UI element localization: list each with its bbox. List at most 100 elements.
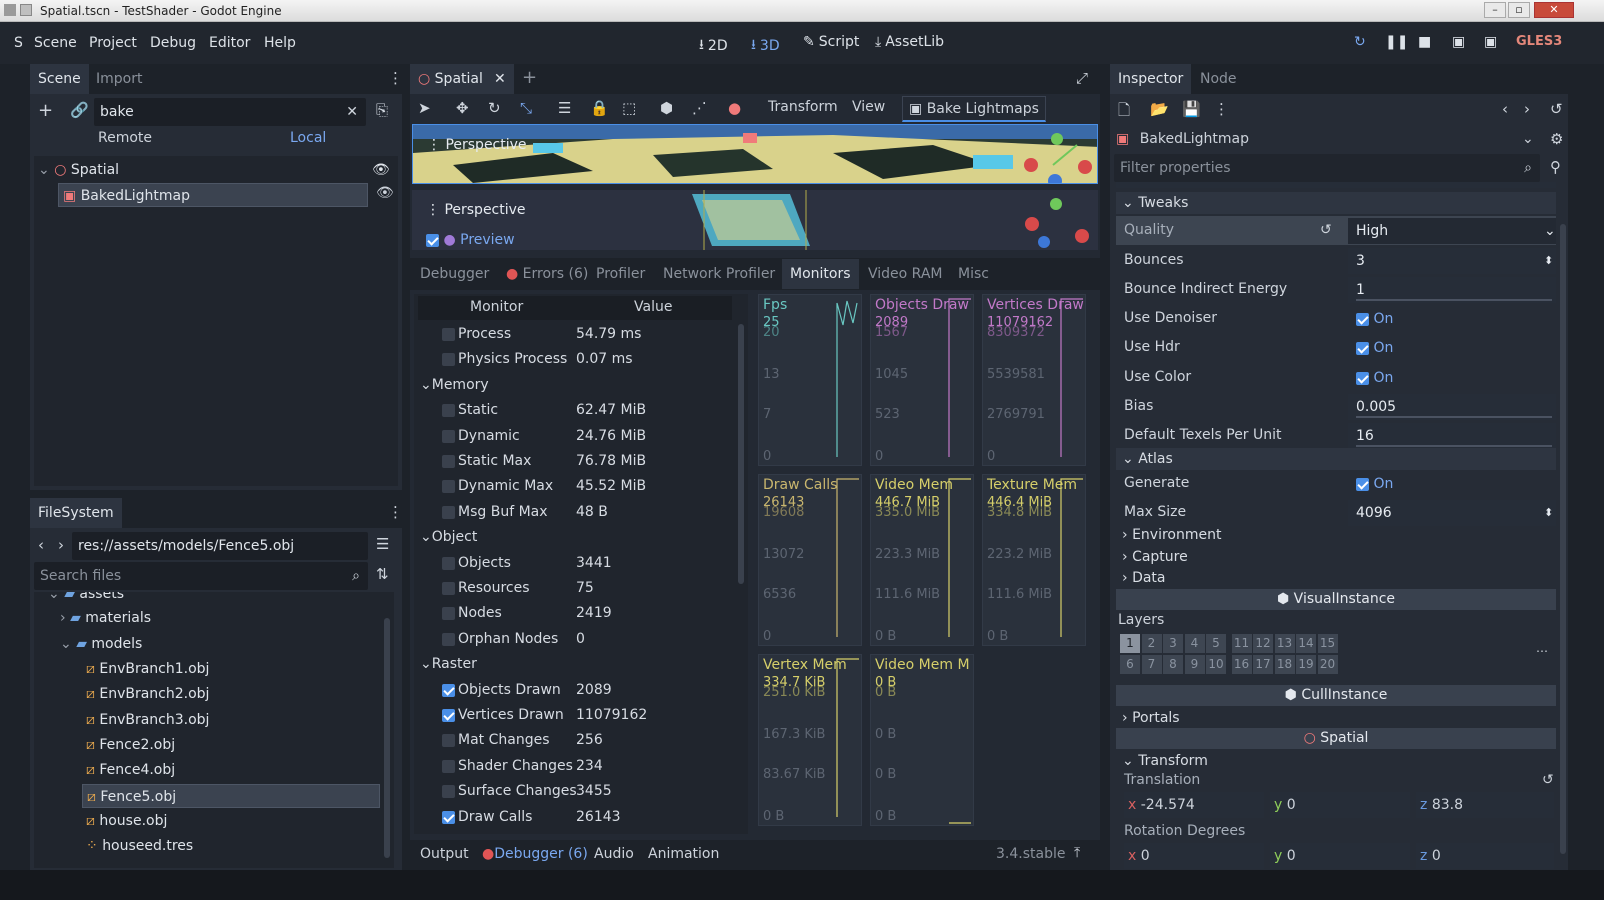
monitor-row[interactable]: Msg Buf Max 48 B bbox=[414, 500, 734, 525]
prop-quality[interactable]: Quality ↺ High ⌄ bbox=[1116, 216, 1556, 245]
menu-editor[interactable]: Editor bbox=[209, 35, 250, 51]
tab-filesystem[interactable]: FileSystem bbox=[30, 498, 122, 528]
minimize-button[interactable]: – bbox=[1484, 2, 1506, 18]
folder-row-assets[interactable]: ⌄ ▰ assets bbox=[48, 592, 124, 606]
quality-dropdown[interactable]: High ⌄ bbox=[1348, 218, 1556, 244]
layer-bit[interactable]: 13 bbox=[1274, 634, 1295, 653]
monitor-row[interactable]: Process 54.79 ms bbox=[414, 322, 734, 347]
folder-row-materials[interactable]: › ▰ materials bbox=[60, 606, 151, 630]
remote-tab[interactable]: Remote bbox=[98, 130, 152, 146]
monitor-row[interactable]: Dynamic Max 45.52 MiB bbox=[414, 474, 734, 499]
tab-video-ram[interactable]: Video RAM bbox=[860, 259, 951, 289]
menu-help[interactable]: Help bbox=[264, 35, 296, 51]
monitor-checkbox[interactable] bbox=[442, 505, 455, 519]
layer-bit[interactable]: 4 bbox=[1184, 634, 1205, 653]
tab-import[interactable]: Import bbox=[88, 64, 150, 94]
layer-bit[interactable]: 18 bbox=[1274, 655, 1295, 674]
section-transform[interactable]: ⌄ Transform bbox=[1116, 750, 1556, 772]
inspector-scrollbar[interactable] bbox=[1560, 224, 1566, 854]
layer-bit[interactable]: 16 bbox=[1231, 655, 1252, 674]
monitor-checkbox[interactable] bbox=[442, 328, 455, 341]
viewport-bottom[interactable]: ⋮ Perspective ● Preview bbox=[412, 190, 1098, 250]
layer-bit[interactable]: 12 bbox=[1253, 634, 1273, 653]
expand-icon[interactable]: › bbox=[60, 610, 66, 626]
rotate-tool-icon[interactable]: ↻ bbox=[488, 99, 501, 117]
monitor-checkbox[interactable] bbox=[442, 582, 455, 595]
file-row[interactable]: ⧄ EnvBranch3.obj bbox=[86, 708, 209, 732]
prop-max-size[interactable]: Max Size 4096 ⬍ bbox=[1116, 498, 1556, 527]
split-view-icon[interactable]: ☰ bbox=[376, 535, 389, 553]
collapse-icon[interactable]: ⌄ bbox=[38, 162, 50, 178]
open-resource-icon[interactable]: 📂 bbox=[1150, 100, 1169, 118]
monitor-row[interactable]: Static Max 76.78 MiB bbox=[414, 449, 734, 474]
menu-debug[interactable]: Debug bbox=[150, 35, 196, 51]
play-scene-icon[interactable]: ▣ bbox=[1452, 34, 1465, 50]
group-icon[interactable]: ⬚ bbox=[622, 99, 636, 117]
animation-tab[interactable]: Animation bbox=[648, 846, 719, 862]
maximize-button[interactable]: ▫ bbox=[1508, 2, 1530, 18]
tab-errors[interactable]: ● Errors (6) bbox=[498, 259, 596, 289]
section-data[interactable]: › Data bbox=[1116, 567, 1556, 589]
link-icon[interactable]: 🔗 bbox=[70, 101, 89, 119]
new-scene-tab-icon[interactable]: + bbox=[522, 67, 537, 88]
clear-filter-icon[interactable]: ✕ bbox=[346, 98, 358, 126]
tree-row-spatial[interactable]: ⌄ ○ Spatial 👁 bbox=[34, 158, 394, 182]
select-tool-icon[interactable]: ➤ bbox=[418, 99, 431, 117]
file-tree-scrollbar[interactable] bbox=[384, 618, 390, 858]
file-row[interactable]: ⧄ Fence4.obj bbox=[86, 758, 175, 782]
monitor-category[interactable]: ⌄Memory bbox=[420, 373, 489, 398]
file-row-selected[interactable]: ⧄ Fence5.obj bbox=[82, 784, 380, 808]
visibility-eye-icon[interactable]: 👁 bbox=[372, 158, 390, 182]
layer-bit[interactable]: 6 bbox=[1120, 655, 1140, 674]
layers-menu-icon[interactable]: ⋯ bbox=[1536, 644, 1548, 658]
monitor-checkbox[interactable] bbox=[442, 759, 455, 773]
back-icon[interactable]: ‹ bbox=[38, 536, 44, 554]
bias-slider[interactable]: 0.005 bbox=[1348, 394, 1556, 420]
layer-bit[interactable]: 11 bbox=[1231, 634, 1252, 653]
resource-menu-icon[interactable]: ⋮ bbox=[1214, 100, 1229, 118]
inspector-options-icon[interactable]: ⚲ bbox=[1550, 158, 1561, 176]
monitor-checkbox[interactable] bbox=[442, 632, 455, 646]
workspace-3d-button[interactable]: ⭳ 3D bbox=[751, 34, 780, 58]
transform-menu[interactable]: Transform bbox=[768, 99, 838, 115]
monitor-row[interactable]: Physics Process 0.07 ms bbox=[414, 347, 734, 372]
layer-bit[interactable]: 14 bbox=[1296, 634, 1316, 653]
monitor-checkbox[interactable] bbox=[442, 353, 455, 367]
layer-bit[interactable]: 8 bbox=[1163, 655, 1183, 674]
stop-icon[interactable]: ■ bbox=[1418, 34, 1431, 50]
section-tweaks[interactable]: ⌄ Tweaks bbox=[1116, 192, 1556, 214]
object-tools-icon[interactable]: ⚙ bbox=[1550, 130, 1563, 148]
monitor-row[interactable]: Dynamic 24.76 MiB bbox=[414, 424, 734, 449]
local-space-icon[interactable]: ⬢ bbox=[660, 99, 673, 117]
scene-filter-input[interactable]: bake ✕ bbox=[94, 98, 366, 126]
tab-misc[interactable]: Misc bbox=[950, 259, 997, 289]
monitor-row[interactable]: Surface Changes 3455 bbox=[414, 779, 734, 804]
viewport-top-menu[interactable]: ⋮ Perspective bbox=[427, 137, 527, 153]
section-capture[interactable]: › Capture bbox=[1116, 546, 1556, 568]
texels-slider[interactable]: 16 bbox=[1348, 423, 1556, 449]
bounces-spinbox[interactable]: 3 ⬍ bbox=[1348, 248, 1556, 274]
forward-icon[interactable]: › bbox=[58, 536, 64, 554]
prop-generate[interactable]: Generate On bbox=[1116, 469, 1556, 498]
layer-bit[interactable]: 10 bbox=[1206, 655, 1226, 674]
workspace-script-button[interactable]: ✎ Script bbox=[803, 34, 859, 50]
monitor-row[interactable]: Resources 75 bbox=[414, 576, 734, 601]
monitor-checkbox[interactable] bbox=[442, 683, 455, 697]
file-row[interactable]: ⧄ EnvBranch1.obj bbox=[86, 657, 209, 681]
debugger-bottom-tab[interactable]: ●Debugger (6) bbox=[482, 846, 588, 862]
monitor-checkbox[interactable] bbox=[442, 810, 455, 824]
layer-bit[interactable]: 15 bbox=[1317, 634, 1338, 653]
collapse-icon[interactable]: ⌄ bbox=[48, 592, 60, 602]
layer-bit[interactable]: 5 bbox=[1206, 634, 1226, 653]
translation-x-field[interactable]: x -24.574 bbox=[1124, 792, 1264, 818]
history-back-icon[interactable]: ‹ bbox=[1502, 100, 1508, 118]
audio-tab[interactable]: Audio bbox=[594, 846, 634, 862]
max-size-spinbox[interactable]: 4096 ⬍ bbox=[1348, 500, 1556, 526]
tab-spatial-scene[interactable]: ○ Spatial ✕ bbox=[410, 64, 514, 94]
layer-bit[interactable]: 20 bbox=[1317, 655, 1338, 674]
rotation-z-field[interactable]: z 0 bbox=[1416, 843, 1554, 869]
file-row[interactable]: ⧄ house.obj bbox=[86, 809, 167, 833]
renderer-label[interactable]: GLES3 bbox=[1516, 34, 1562, 49]
monitor-scrollbar[interactable] bbox=[738, 324, 744, 584]
workspace-2d-button[interactable]: ⭳ 2D bbox=[699, 34, 728, 58]
